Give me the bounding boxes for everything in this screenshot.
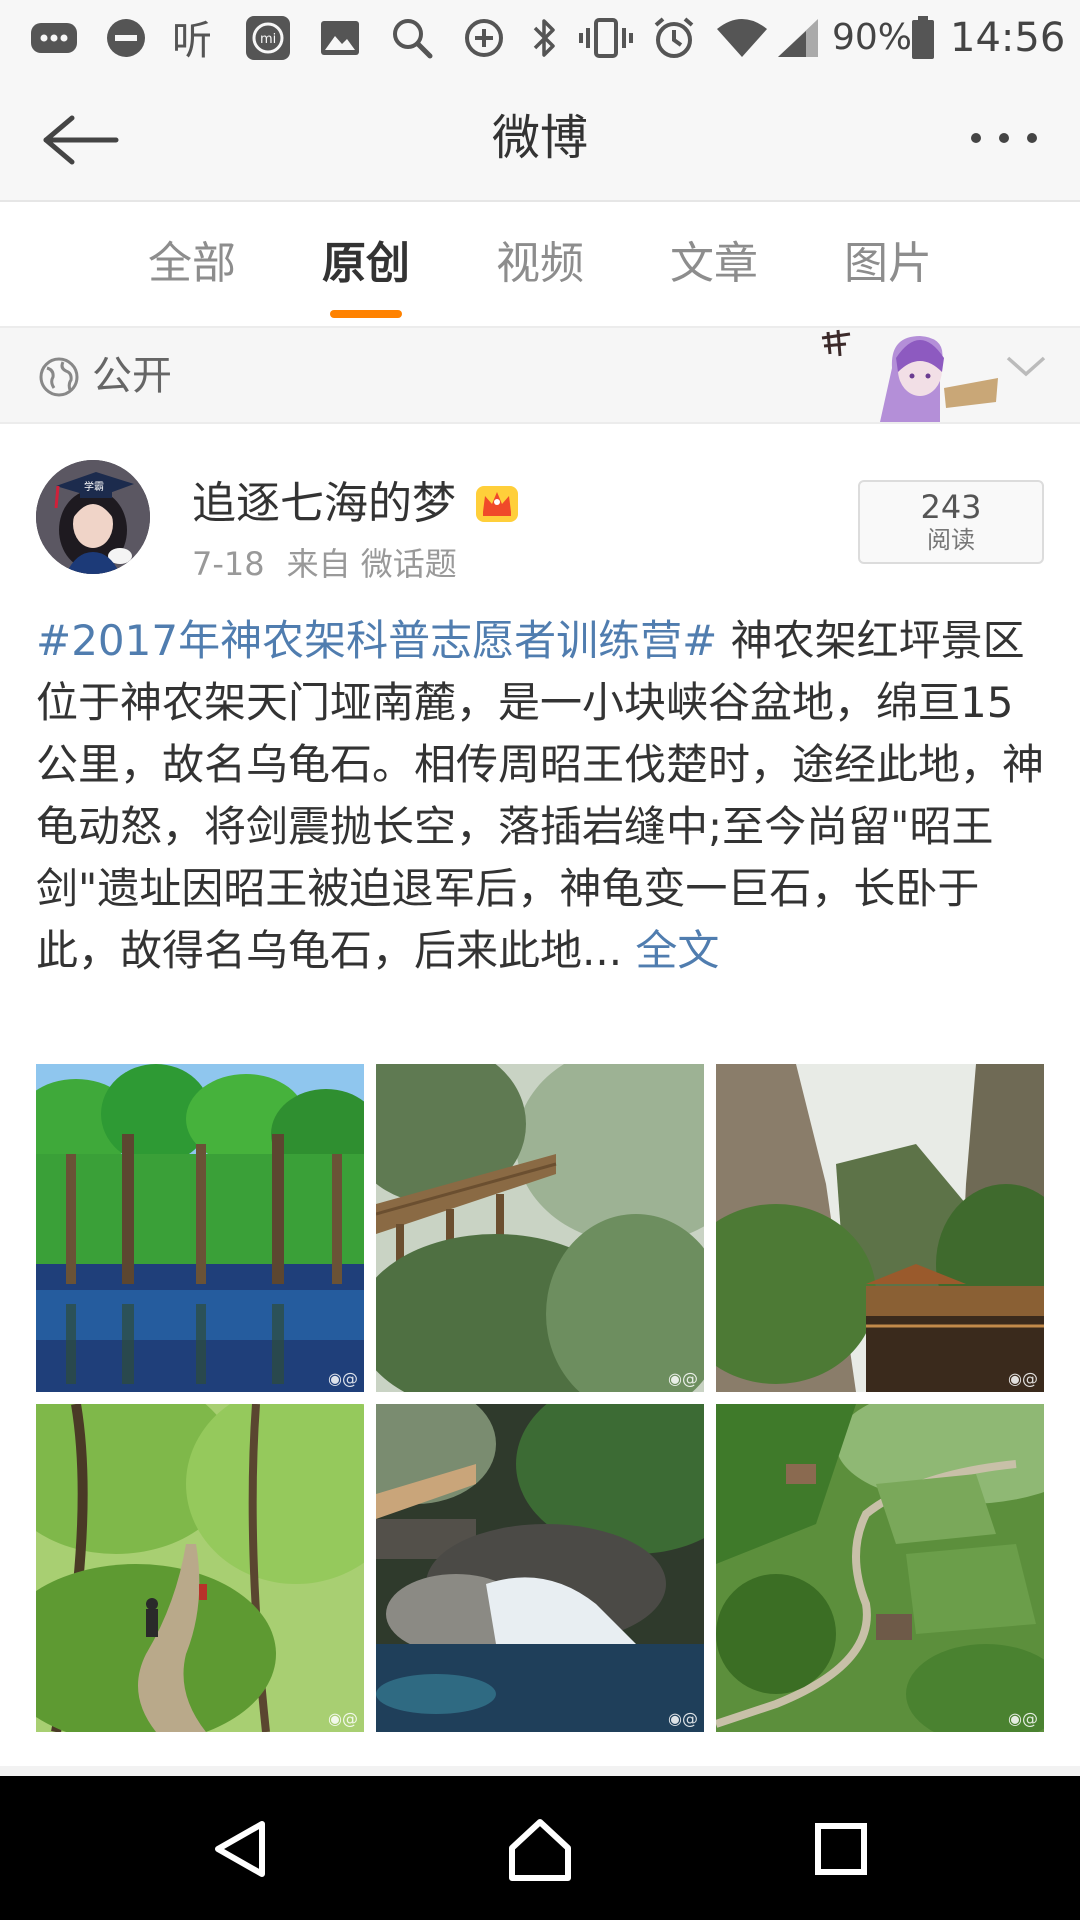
post-body-text: 位于神农架天门垭南麓，是一小块峡谷盆地，绵亘15公里，故名乌龟石。相传周昭王伐楚… <box>36 678 1045 975</box>
topic-hashtag-link[interactable]: #2017年神农架科普志愿者训练营# <box>36 616 717 665</box>
tab-video[interactable]: 视频 <box>470 234 610 294</box>
photo-thumbnail[interactable]: ◉@ <box>36 1404 364 1732</box>
weibo-watermark-icon: ◉@ <box>668 1369 698 1388</box>
tab-article[interactable]: 文章 <box>644 234 784 294</box>
weibo-watermark-icon: ◉@ <box>328 1709 358 1728</box>
gallery-icon <box>318 16 362 60</box>
triangle-back-icon <box>215 1821 265 1877</box>
read-count-badge: 243 阅读 <box>858 480 1044 564</box>
signal-icon <box>774 16 822 60</box>
alarm-icon <box>650 16 698 60</box>
weibo-watermark-icon: ◉@ <box>1008 1369 1038 1388</box>
search-icon <box>388 16 436 60</box>
system-navigation-bar <box>0 1776 1080 1920</box>
active-tab-indicator <box>330 310 402 318</box>
photo-thumbnail[interactable]: ◉@ <box>716 1404 1044 1732</box>
read-label: 阅读 <box>927 526 975 554</box>
visibility-selector[interactable]: 公开 <box>0 328 1080 424</box>
weibo-watermark-icon: ◉@ <box>1008 1709 1038 1728</box>
wifi-icon <box>714 16 770 60</box>
photo-thumbnail[interactable]: ◉@ <box>36 1064 364 1392</box>
crown-icon <box>476 486 518 522</box>
tab-all[interactable]: 全部 <box>122 234 262 294</box>
mi-app-icon: mi <box>244 16 292 60</box>
tab-bar: 全部 原创 视频 文章 图片 <box>0 202 1080 328</box>
do-not-disturb-icon <box>104 16 148 60</box>
decorative-anime-banner <box>820 328 1000 422</box>
weibo-post: 学霸 追逐七海的梦 7-18 来自 微话题 243 阅读 #2017年神农架科普志… <box>0 426 1080 1776</box>
battery-icon <box>908 16 938 60</box>
system-recents-button[interactable] <box>800 1814 880 1884</box>
more-dots-icon <box>971 133 1037 143</box>
tab-photos[interactable]: 图片 <box>818 234 958 294</box>
full-text-link[interactable]: 全文 <box>622 926 719 975</box>
bluetooth-icon <box>524 16 564 60</box>
avatar[interactable]: 学霸 <box>36 460 150 574</box>
visibility-label: 公开 <box>92 353 172 399</box>
post-headline: #2017年神农架科普志愿者训练营# 神农架红坪景区 <box>36 610 1048 672</box>
page-title: 微博 <box>491 110 588 166</box>
top-nav-bar: 微博 <box>0 76 1080 202</box>
post-source[interactable]: 来自 微话题 <box>287 545 457 583</box>
post-text: #2017年神农架科普志愿者训练营# 神农架红坪景区 位于神农架天门垭南麓，是一… <box>36 610 1048 982</box>
weibo-watermark-icon: ◉@ <box>668 1709 698 1728</box>
chevron-down-icon <box>1006 356 1046 377</box>
system-back-button[interactable] <box>200 1814 280 1884</box>
globe-icon <box>39 357 79 397</box>
svg-text:学霸: 学霸 <box>84 480 104 493</box>
svg-text:mi: mi <box>260 32 276 47</box>
clock: 14:56 <box>950 15 1066 61</box>
battery-percent: 90% <box>832 17 913 58</box>
post-meta: 7-18 来自 微话题 <box>192 542 479 586</box>
post-date: 7-18 <box>192 545 265 583</box>
tab-original[interactable]: 原创 <box>296 234 436 294</box>
photo-thumbnail[interactable]: ◉@ <box>376 1064 704 1392</box>
vibrate-icon <box>578 16 634 60</box>
square-recents-icon <box>815 1823 867 1875</box>
system-home-button[interactable] <box>500 1814 580 1884</box>
message-bubble-icon <box>26 16 82 60</box>
photo-thumbnail[interactable]: ◉@ <box>376 1404 704 1732</box>
username[interactable]: 追逐七海的梦 <box>192 476 456 532</box>
home-icon <box>509 1819 571 1881</box>
svg-text:听: 听 <box>172 18 212 60</box>
status-bar: 听 mi 90% 14:56 <box>0 0 1080 76</box>
post-body: 位于神农架天门垭南麓，是一小块峡谷盆地，绵亘15公里，故名乌龟石。相传周昭王伐楚… <box>36 672 1048 982</box>
data-saver-icon <box>460 16 508 60</box>
more-options-button[interactable] <box>954 100 1044 180</box>
post-divider <box>0 1766 1080 1776</box>
listen-app-icon: 听 <box>170 16 226 60</box>
photo-grid: ◉@ ◉@ ◉@ ◉@ ◉@ ◉@ <box>36 1064 1044 1732</box>
read-count: 243 <box>920 488 982 526</box>
photo-thumbnail[interactable]: ◉@ <box>716 1064 1044 1392</box>
weibo-watermark-icon: ◉@ <box>328 1369 358 1388</box>
headline-text: 神农架红坪景区 <box>717 616 1025 665</box>
